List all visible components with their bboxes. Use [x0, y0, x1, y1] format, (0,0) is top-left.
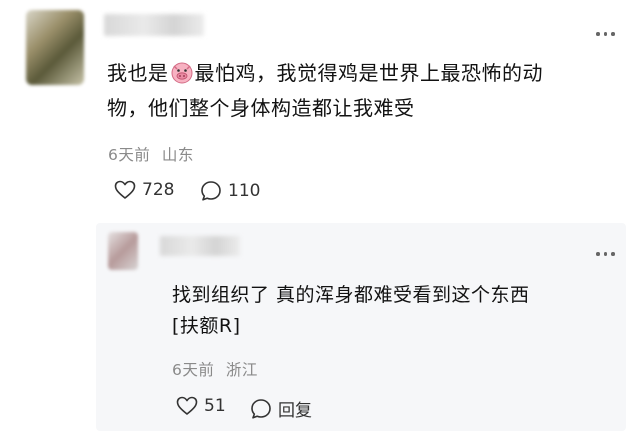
reply-text: 找到组织了 真的浑身都难受看到这个东西 [扶额R]: [172, 280, 612, 342]
comment-time: 6天前: [108, 146, 151, 164]
reply-text-line2: [扶额R]: [172, 315, 241, 337]
reply-count: 110: [228, 181, 261, 201]
like-button[interactable]: 728: [114, 180, 174, 200]
pig-face-emoji-icon: [171, 62, 193, 93]
like-count: 728: [142, 180, 175, 200]
reply-location: 浙江: [225, 361, 258, 379]
comment-text-start: 我也是: [107, 61, 169, 85]
reply-username[interactable]: [160, 236, 240, 256]
reply-meta: 6天前 浙江: [172, 358, 258, 380]
reply-label: 回复: [278, 401, 312, 421]
heart-icon: [176, 396, 198, 416]
comment-text-line2: 物，他们整个身体构造都让我难受: [107, 96, 415, 120]
comment-text: 我也是 最怕鸡，我觉得鸡是世界上最恐怖的动 物，他们整个身体构造都让我难受: [107, 58, 627, 124]
heart-icon: [114, 180, 136, 200]
speech-bubble-icon: [250, 398, 272, 420]
more-options-icon[interactable]: [596, 32, 615, 36]
reply-more-options-icon[interactable]: [596, 252, 615, 256]
reply-time: 6天前: [172, 361, 215, 379]
comment-meta: 6天前 山东: [108, 143, 194, 165]
speech-bubble-icon: [200, 180, 222, 202]
username[interactable]: [104, 14, 204, 36]
reply-like-button[interactable]: 51: [176, 396, 226, 416]
reply-text-line1: 找到组织了 真的浑身都难受看到这个东西: [172, 284, 530, 306]
comment-text-rest: 最怕鸡，我觉得鸡是世界上最恐怖的动: [194, 61, 543, 85]
reply-count-button[interactable]: 110: [200, 180, 260, 202]
reply-button[interactable]: 回复: [250, 396, 312, 421]
comment-location: 山东: [161, 146, 194, 164]
reply-like-count: 51: [204, 396, 226, 416]
reply-avatar[interactable]: [108, 232, 138, 270]
avatar[interactable]: [26, 10, 84, 85]
